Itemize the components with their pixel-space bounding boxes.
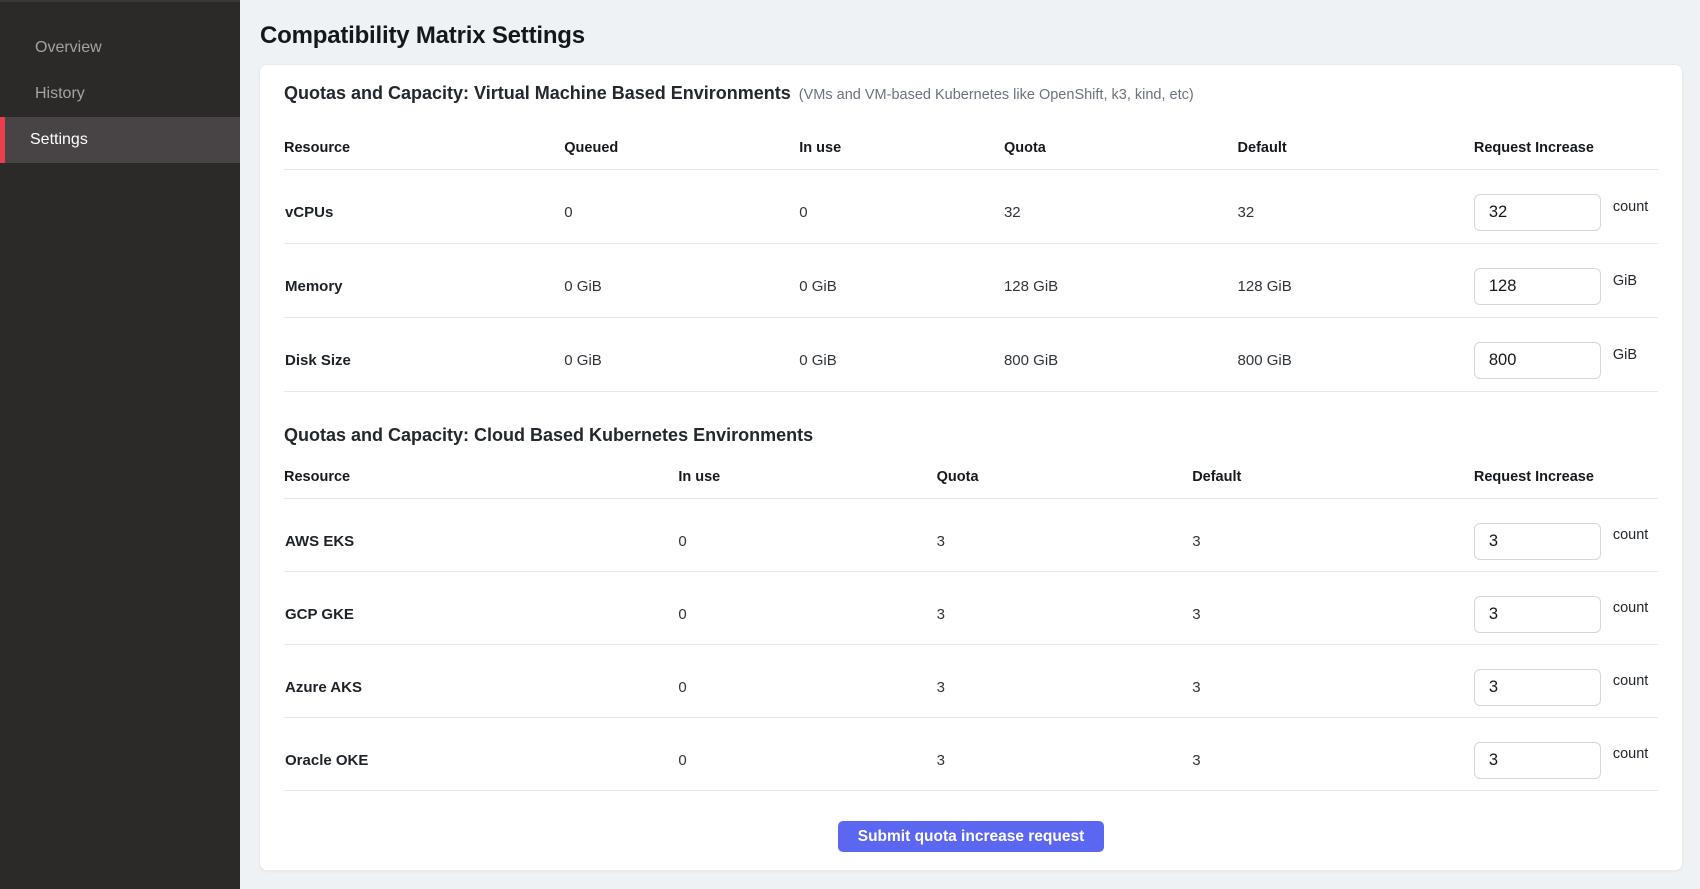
value-cell: 800 GiB — [1004, 352, 1238, 369]
unit-label: count — [1613, 600, 1648, 616]
request-increase-input[interactable] — [1474, 523, 1601, 560]
column-header: Resource — [284, 140, 564, 156]
request-increase-cell: GiB — [1474, 342, 1658, 379]
value-cell: 3 — [937, 679, 1193, 696]
sidebar-item-history[interactable]: History — [0, 71, 240, 117]
table-row: AWS EKS033count — [284, 499, 1658, 572]
resource-name: Oracle OKE — [284, 752, 678, 769]
table-row: Memory0 GiB0 GiB128 GiB128 GiBGiB — [284, 244, 1658, 318]
section-subtitle: (VMs and VM-based Kubernetes like OpenSh… — [799, 87, 1194, 103]
table-header-row: ResourceIn useQuotaDefaultRequest Increa… — [284, 446, 1658, 499]
value-cell: 0 — [799, 204, 1004, 221]
column-header: Resource — [284, 469, 678, 485]
value-cell: 0 GiB — [564, 352, 799, 369]
unit-label: count — [1613, 527, 1648, 543]
request-increase-input[interactable] — [1474, 342, 1601, 379]
card-footer: Submit quota increase request — [284, 791, 1658, 852]
quota-sections: Quotas and Capacity: Virtual Machine Bas… — [284, 65, 1658, 791]
page-title: Compatibility Matrix Settings — [260, 22, 1683, 50]
column-header: Default — [1192, 469, 1474, 485]
request-increase-cell: count — [1474, 742, 1658, 779]
value-cell: 3 — [1192, 752, 1474, 769]
submit-quota-increase-button[interactable]: Submit quota increase request — [838, 821, 1105, 852]
settings-card: Quotas and Capacity: Virtual Machine Bas… — [259, 64, 1683, 871]
request-increase-input[interactable] — [1474, 596, 1601, 633]
table-header-row: ResourceQueuedIn useQuotaDefaultRequest … — [284, 104, 1658, 170]
request-increase-input[interactable] — [1474, 268, 1601, 305]
resource-name: AWS EKS — [284, 533, 678, 550]
resource-name: Disk Size — [284, 352, 564, 369]
value-cell: 3 — [1192, 533, 1474, 550]
column-header: Request Increase — [1474, 140, 1658, 156]
main-content: Compatibility Matrix Settings Quotas and… — [240, 0, 1700, 889]
unit-label: GiB — [1613, 347, 1637, 363]
column-header: In use — [678, 469, 936, 485]
unit-label: count — [1613, 746, 1648, 762]
value-cell: 0 GiB — [564, 278, 799, 295]
column-header: In use — [799, 140, 1004, 156]
table-row: GCP GKE033count — [284, 572, 1658, 645]
section-header: Quotas and Capacity: Virtual Machine Bas… — [284, 65, 1658, 104]
value-cell: 32 — [1004, 204, 1238, 221]
request-increase-input[interactable] — [1474, 669, 1601, 706]
sidebar-nav: OverviewHistorySettings — [0, 25, 240, 163]
column-header: Request Increase — [1474, 469, 1658, 485]
resource-name: Azure AKS — [284, 679, 678, 696]
section-title: Quotas and Capacity: Virtual Machine Bas… — [284, 82, 791, 104]
value-cell: 32 — [1238, 204, 1474, 221]
section-header: Quotas and Capacity: Cloud Based Kuberne… — [284, 392, 1658, 446]
unit-label: GiB — [1613, 273, 1637, 289]
value-cell: 3 — [1192, 606, 1474, 623]
request-increase-cell: count — [1474, 596, 1658, 633]
value-cell: 128 GiB — [1004, 278, 1238, 295]
request-increase-cell: count — [1474, 194, 1658, 231]
column-header: Quota — [1004, 140, 1238, 156]
column-header: Quota — [937, 469, 1193, 485]
column-header: Queued — [564, 140, 799, 156]
request-increase-cell: GiB — [1474, 268, 1658, 305]
value-cell: 0 GiB — [799, 278, 1004, 295]
column-header: Default — [1238, 140, 1474, 156]
value-cell: 3 — [937, 606, 1193, 623]
request-increase-cell: count — [1474, 669, 1658, 706]
resource-name: Memory — [284, 278, 564, 295]
value-cell: 3 — [937, 752, 1193, 769]
value-cell: 0 GiB — [799, 352, 1004, 369]
value-cell: 0 — [678, 533, 936, 550]
value-cell: 800 GiB — [1238, 352, 1474, 369]
value-cell: 128 GiB — [1238, 278, 1474, 295]
value-cell: 0 — [564, 204, 799, 221]
unit-label: count — [1613, 673, 1648, 689]
sidebar-item-overview[interactable]: Overview — [0, 25, 240, 71]
resource-name: vCPUs — [284, 204, 564, 221]
value-cell: 0 — [678, 752, 936, 769]
request-increase-cell: count — [1474, 523, 1658, 560]
request-increase-input[interactable] — [1474, 742, 1601, 779]
request-increase-input[interactable] — [1474, 194, 1601, 231]
value-cell: 3 — [937, 533, 1193, 550]
table-row: Azure AKS033count — [284, 645, 1658, 718]
table-row: Disk Size0 GiB0 GiB800 GiB800 GiBGiB — [284, 318, 1658, 392]
sidebar: OverviewHistorySettings — [0, 0, 240, 889]
value-cell: 0 — [678, 679, 936, 696]
table-row: vCPUs003232count — [284, 170, 1658, 244]
section-title: Quotas and Capacity: Cloud Based Kuberne… — [284, 424, 813, 446]
value-cell: 3 — [1192, 679, 1474, 696]
table-row: Oracle OKE033count — [284, 718, 1658, 791]
value-cell: 0 — [678, 606, 936, 623]
unit-label: count — [1613, 199, 1648, 215]
resource-name: GCP GKE — [284, 606, 678, 623]
sidebar-item-settings[interactable]: Settings — [0, 117, 240, 163]
